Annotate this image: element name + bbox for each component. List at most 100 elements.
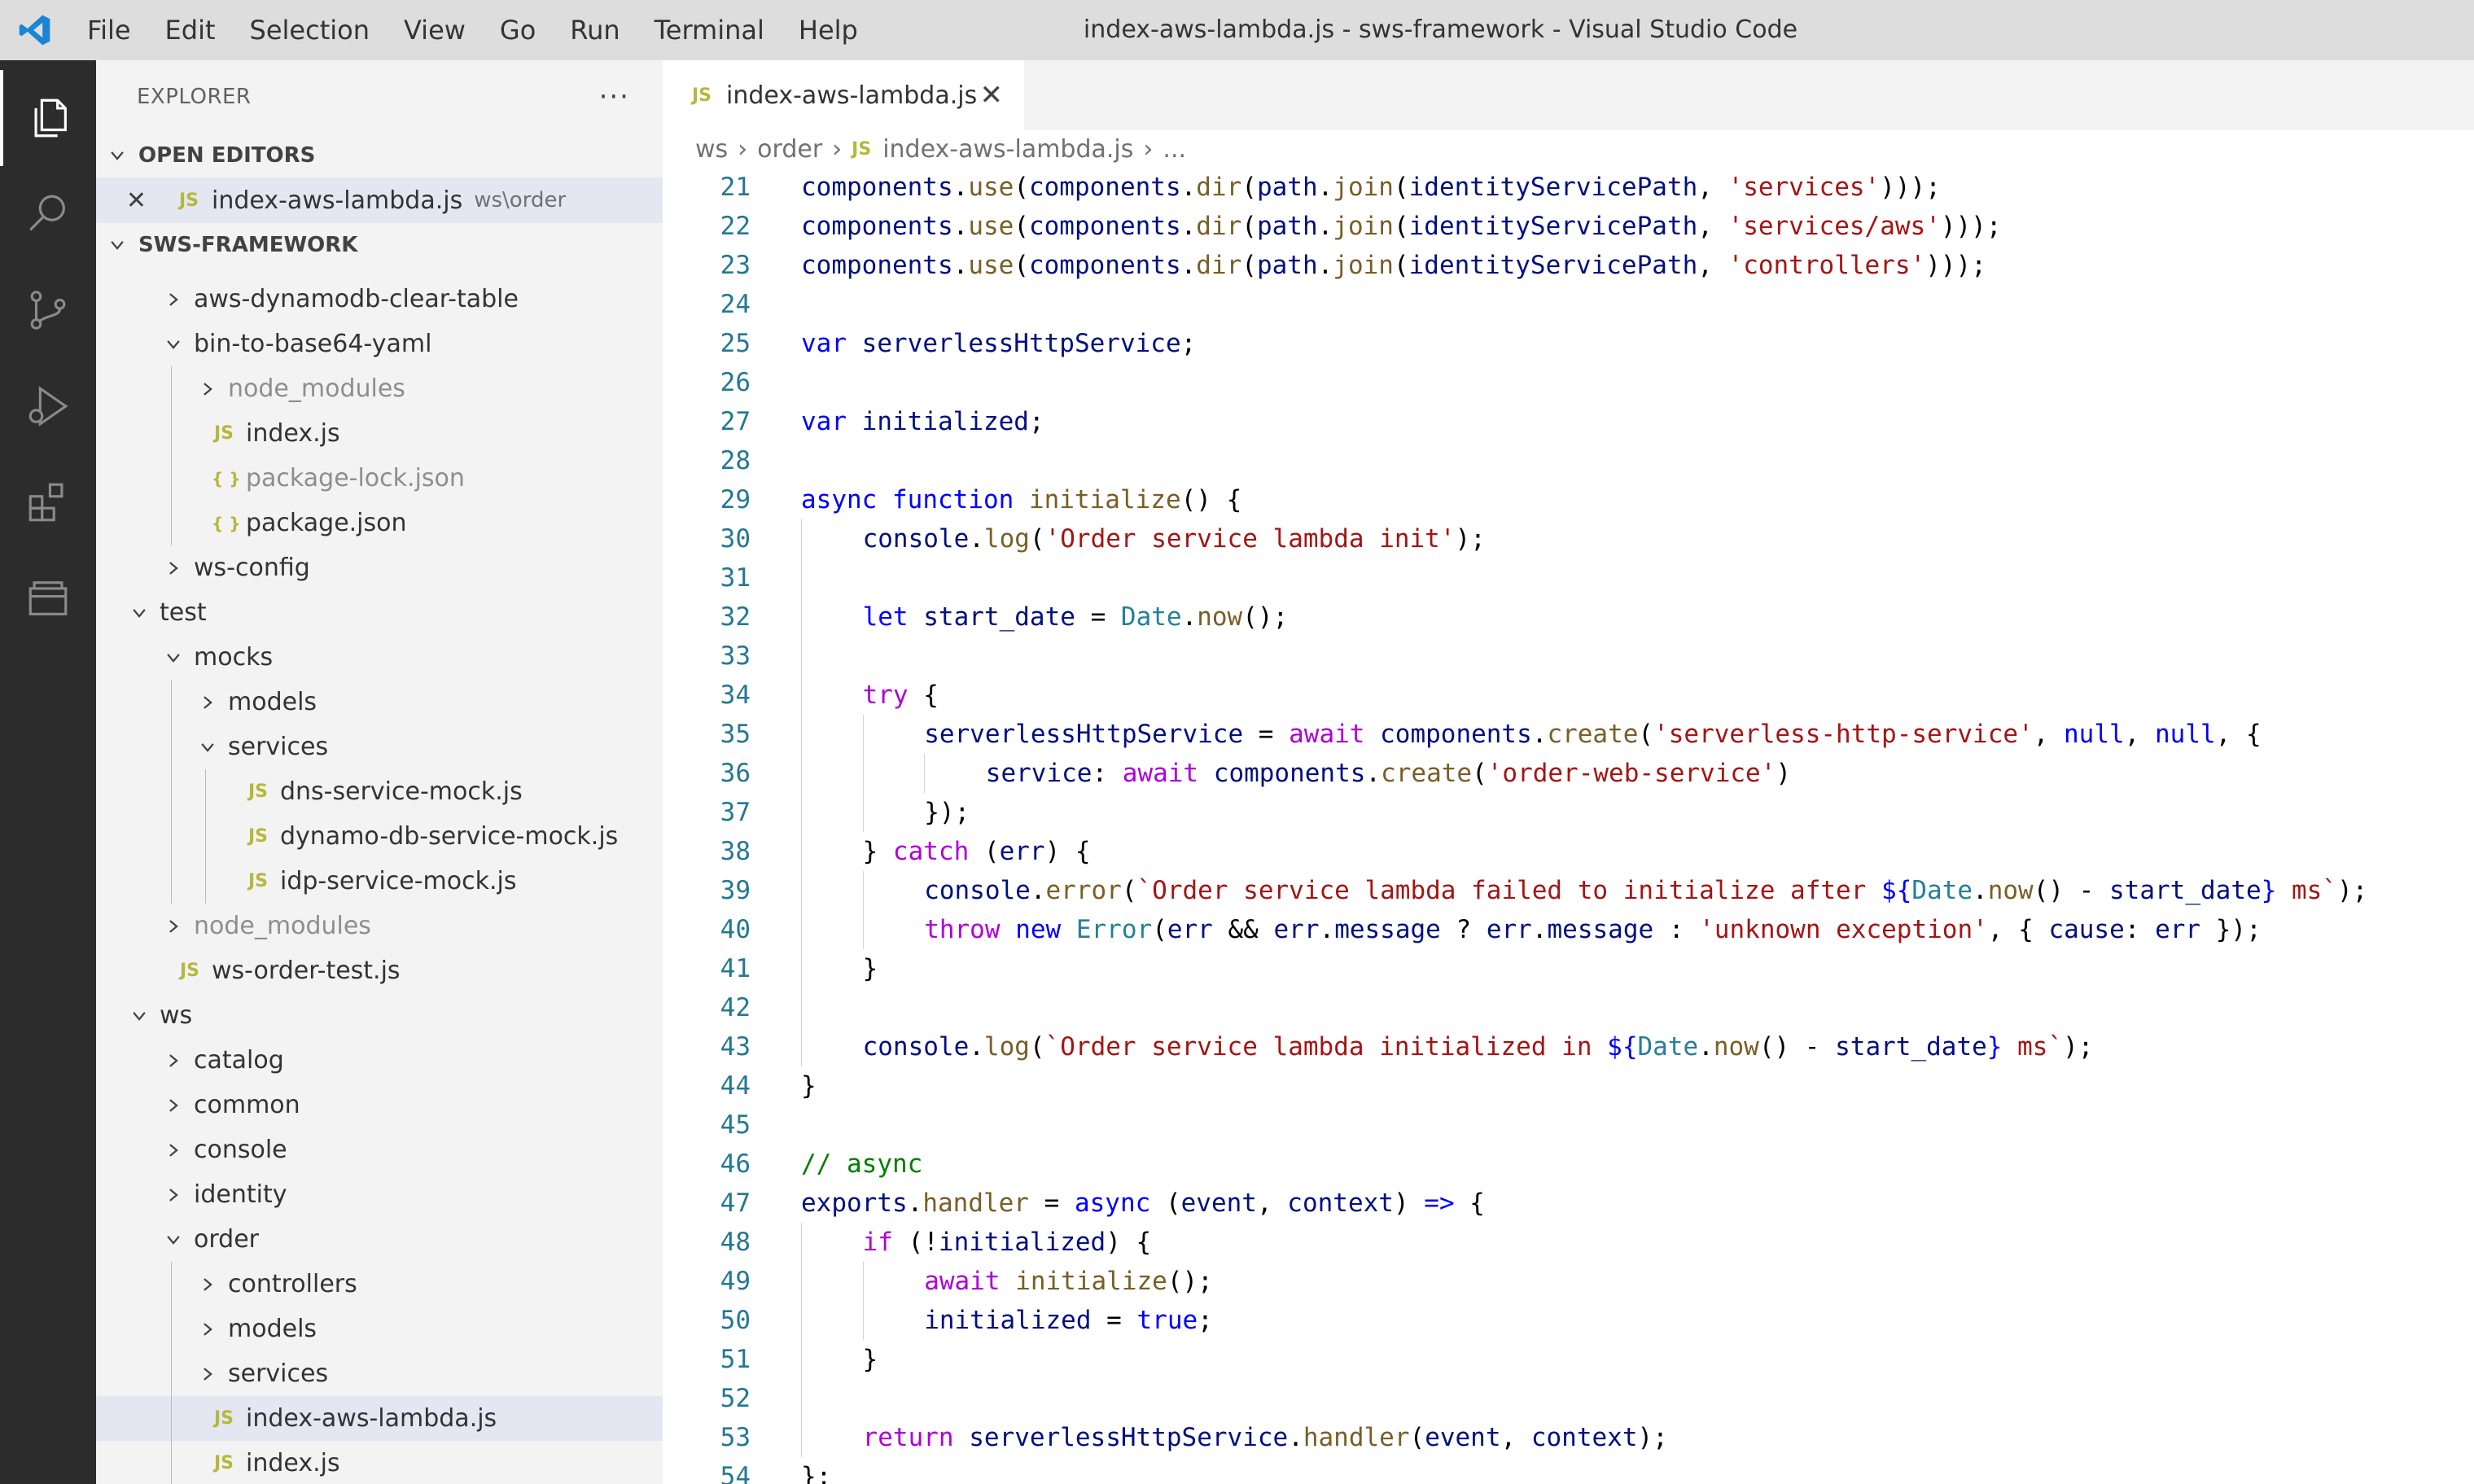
tree-folder[interactable]: models (96, 680, 663, 724)
close-icon[interactable]: ✕ (980, 79, 1004, 112)
breadcrumb-item[interactable]: index-aws-lambda.js (882, 135, 1133, 164)
menu-edit[interactable]: Edit (148, 0, 233, 60)
menu-view[interactable]: View (387, 0, 483, 60)
tree-file[interactable]: JS index.js (96, 1441, 663, 1484)
menu-run[interactable]: Run (553, 0, 637, 60)
js-file-icon: JS (213, 1453, 234, 1473)
code-token: : (1092, 759, 1123, 788)
tree-folder[interactable]: aws-dynamodb-clear-table (96, 277, 663, 322)
code-token: await (1122, 759, 1199, 788)
code-line: 44} (663, 1066, 2474, 1105)
code-token: ))); (1880, 173, 1941, 202)
indent-guide (205, 769, 206, 814)
code-line: 37}); (663, 793, 2474, 832)
tree-folder[interactable]: mocks (96, 635, 663, 680)
source-control-icon[interactable] (0, 262, 96, 358)
tree-item-label: idp-service-mock.js (280, 867, 517, 895)
code-token: dir (1196, 173, 1242, 202)
code-text: components.use(components.dir(path.join(… (801, 168, 1941, 207)
tree-item-label: index-aws-lambda.js (246, 1404, 497, 1433)
menu-help[interactable]: Help (782, 0, 875, 60)
line-number: 25 (720, 329, 751, 358)
tree-folder[interactable]: services (96, 724, 663, 769)
tree-item-label: test (160, 598, 207, 627)
code-token: serverlessHttpService (861, 329, 1181, 358)
tree-folder[interactable]: test (96, 590, 663, 635)
tree-folder[interactable]: catalog (96, 1038, 663, 1083)
code-text: return serverlessHttpService.handler(eve… (863, 1418, 1668, 1457)
code-token: : (2124, 915, 2156, 944)
tree-folder[interactable]: console (96, 1127, 663, 1172)
tree-file[interactable]: JS dynamo-db-service-mock.js (96, 814, 663, 859)
extensions-icon[interactable] (0, 454, 96, 550)
workspace-header[interactable]: SWS-FRAMEWORK (96, 223, 663, 267)
code-token: start_date (2109, 876, 2262, 905)
tree-file[interactable]: { } package-lock.json (96, 456, 663, 501)
tree-folder[interactable]: ws (96, 993, 663, 1038)
tree-folder[interactable]: order (96, 1217, 663, 1262)
chevron-down-icon (96, 147, 138, 164)
code-token: handler (922, 1189, 1029, 1218)
open-editors-header[interactable]: OPEN EDITORS (96, 134, 663, 177)
code-text: serverlessHttpService = await components… (924, 715, 2261, 754)
breadcrumb-item[interactable]: ... (1163, 135, 1186, 164)
vscode-logo-icon[interactable] (0, 0, 70, 60)
tab-index-aws-lambda[interactable]: JS index-aws-lambda.js ✕ (663, 60, 1024, 130)
code-token: catch (892, 837, 970, 866)
close-icon[interactable]: ✕ (96, 186, 161, 215)
tree-folder[interactable]: node_modules (96, 904, 663, 948)
code-token: ) { (1106, 1228, 1152, 1257)
indent-guide (801, 676, 802, 715)
code-token: => (1424, 1189, 1455, 1218)
open-editor-item[interactable]: ✕ JS index-aws-lambda.js ws\order (96, 177, 663, 223)
code-token: () - (2033, 876, 2110, 905)
code-text: if (!initialized) { (863, 1223, 1152, 1262)
more-actions-icon[interactable]: ··· (599, 81, 630, 113)
line-number: 31 (720, 563, 751, 593)
tree-folder[interactable]: services (96, 1351, 663, 1396)
code-editor[interactable]: 21 components.use(components.dir(path.joi… (663, 168, 2474, 1484)
indent-guide (924, 754, 926, 793)
tree-file[interactable]: JS ws-order-test.js (96, 948, 663, 993)
menu-selection[interactable]: Selection (233, 0, 387, 60)
tree-folder[interactable]: identity (96, 1172, 663, 1217)
indent-guide (801, 1379, 802, 1418)
menu-terminal[interactable]: Terminal (637, 0, 782, 60)
tree-file[interactable]: JS dns-service-mock.js (96, 769, 663, 814)
menu-file[interactable]: File (70, 0, 148, 60)
code-text: } (863, 1340, 878, 1379)
code-text: initialized = true; (924, 1301, 1213, 1340)
menu-go[interactable]: Go (483, 0, 553, 60)
tree-folder[interactable]: node_modules (96, 366, 663, 411)
code-line: 29 async function initialize() { (663, 480, 2474, 519)
indent-guide (171, 724, 172, 769)
code-token: ( (1638, 720, 1654, 749)
tree-folder[interactable]: ws-config (96, 545, 663, 590)
tree-folder[interactable]: models (96, 1307, 663, 1351)
breadcrumb-item[interactable]: order (757, 135, 822, 164)
explorer-icon[interactable] (0, 70, 96, 166)
code-token: identityServicePath (1408, 173, 1698, 202)
search-icon[interactable] (0, 166, 96, 262)
indent-guide (171, 411, 172, 456)
breadcrumb-item[interactable]: ws (695, 135, 728, 164)
code-token: try (862, 681, 909, 710)
tree-item-label: dns-service-mock.js (280, 777, 523, 806)
code-token: ( (1241, 212, 1257, 241)
code-token: ( (1393, 212, 1409, 241)
tree-folder[interactable]: common (96, 1083, 663, 1127)
tree-file[interactable]: { } package.json (96, 501, 663, 545)
code-line: 50 initialized = true; (663, 1301, 2474, 1340)
tree-file[interactable]: JS index-aws-lambda.js (96, 1396, 663, 1441)
remote-explorer-icon[interactable] (0, 550, 96, 646)
tree-folder[interactable]: controllers (96, 1262, 663, 1307)
tree-file[interactable]: JS idp-service-mock.js (96, 859, 663, 904)
tree-file[interactable]: JS index.js (96, 411, 663, 456)
code-token: async (801, 485, 878, 514)
indent-guide (801, 1418, 802, 1457)
run-debug-icon[interactable] (0, 358, 96, 454)
tree-folder[interactable]: bin-to-base64-yaml (96, 322, 663, 366)
